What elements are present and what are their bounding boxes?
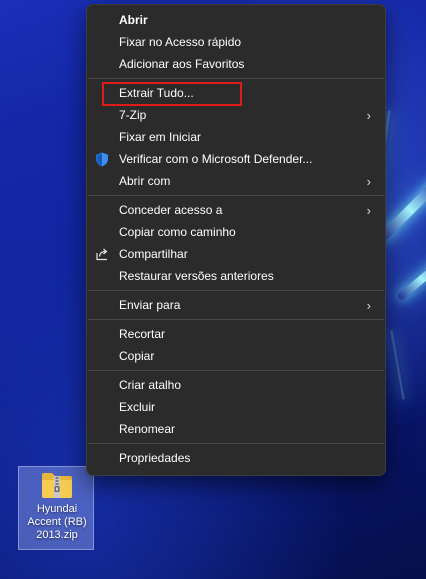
file-name-line: 2013.zip: [36, 529, 78, 541]
chevron-right-icon: ›: [366, 107, 371, 123]
menu-item-cut[interactable]: Recortar: [91, 323, 381, 345]
menu-item-delete[interactable]: Excluir: [91, 396, 381, 418]
menu-item-label: Criar atalho: [119, 378, 182, 392]
menu-item-label: Copiar como caminho: [119, 225, 236, 239]
menu-separator: [88, 290, 384, 291]
menu-item-open-with[interactable]: Abrir com ›: [91, 170, 381, 192]
chevron-right-icon: ›: [366, 202, 371, 218]
menu-item-label: Extrair Tudo...: [119, 86, 194, 100]
menu-item-label: Adicionar aos Favoritos: [119, 57, 245, 71]
menu-item-label: Verificar com o Microsoft Defender...: [119, 152, 313, 166]
menu-item-send-to[interactable]: Enviar para ›: [91, 294, 381, 316]
menu-item-label: Fixar no Acesso rápido: [119, 35, 242, 49]
menu-item-add-favorites[interactable]: Adicionar aos Favoritos: [91, 53, 381, 75]
menu-item-label: 7-Zip: [119, 108, 147, 122]
menu-item-label: Propriedades: [119, 451, 191, 465]
zip-folder-icon: [42, 473, 72, 498]
menu-item-label: Conceder acesso a: [119, 203, 223, 217]
menu-item-open[interactable]: Abrir: [91, 9, 381, 31]
context-menu: Abrir Fixar no Acesso rápido Adicionar a…: [86, 4, 386, 476]
file-name-line: Hyundai: [36, 503, 78, 515]
file-name-line: Accent (RB): [27, 516, 87, 528]
menu-separator: [88, 78, 384, 79]
menu-item-label: Renomear: [119, 422, 176, 436]
menu-item-scan-defender[interactable]: Verificar com o Microsoft Defender...: [91, 148, 381, 170]
menu-item-restore-versions[interactable]: Restaurar versões anteriores: [91, 265, 381, 287]
menu-item-grant-access[interactable]: Conceder acesso a ›: [91, 199, 381, 221]
menu-item-copy[interactable]: Copiar: [91, 345, 381, 367]
menu-item-share[interactable]: Compartilhar: [91, 243, 381, 265]
wallpaper-glow: [388, 330, 407, 400]
menu-item-pin-start[interactable]: Fixar em Iniciar: [91, 126, 381, 148]
desktop-file-zip[interactable]: Hyundai Accent (RB) 2013.zip: [18, 466, 94, 550]
menu-separator: [88, 319, 384, 320]
menu-separator: [88, 443, 384, 444]
file-name-label: Hyundai Accent (RB) 2013.zip: [19, 503, 95, 542]
menu-item-7zip[interactable]: 7-Zip ›: [91, 104, 381, 126]
menu-item-label: Restaurar versões anteriores: [119, 269, 274, 283]
menu-item-extract-all[interactable]: Extrair Tudo...: [91, 82, 381, 104]
menu-item-rename[interactable]: Renomear: [91, 418, 381, 440]
share-icon: [94, 246, 110, 262]
menu-separator: [88, 195, 384, 196]
menu-item-properties[interactable]: Propriedades: [91, 447, 381, 469]
menu-item-label: Compartilhar: [119, 247, 188, 261]
menu-item-copy-as-path[interactable]: Copiar como caminho: [91, 221, 381, 243]
menu-item-label: Recortar: [119, 327, 166, 341]
chevron-right-icon: ›: [366, 297, 371, 313]
menu-item-label: Enviar para: [119, 298, 181, 312]
menu-item-label: Abrir: [119, 13, 148, 27]
menu-item-pin-quick-access[interactable]: Fixar no Acesso rápido: [91, 31, 381, 53]
menu-separator: [88, 370, 384, 371]
wallpaper-glow: [396, 256, 426, 302]
chevron-right-icon: ›: [366, 173, 371, 189]
menu-item-create-shortcut[interactable]: Criar atalho: [91, 374, 381, 396]
defender-shield-icon: [94, 151, 110, 167]
menu-item-label: Abrir com: [119, 174, 171, 188]
menu-item-label: Fixar em Iniciar: [119, 130, 202, 144]
menu-item-label: Excluir: [119, 400, 156, 414]
menu-item-label: Copiar: [119, 349, 155, 363]
